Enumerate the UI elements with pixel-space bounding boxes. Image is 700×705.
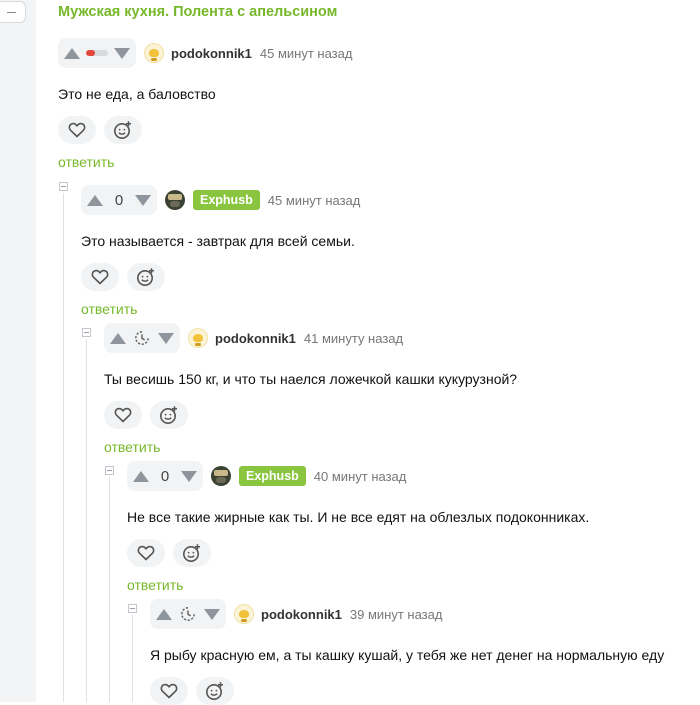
clock-icon (181, 607, 195, 621)
heart-icon (114, 407, 132, 423)
reply-link[interactable]: ответить (104, 439, 160, 455)
comment-header: podokonnik1 41 минуту назад (104, 323, 403, 353)
photo-avatar[interactable] (211, 466, 231, 486)
smiley-plus-icon (183, 544, 200, 562)
like-button[interactable] (104, 401, 142, 429)
thread-title[interactable]: Мужская кухня. Полента с апельсином (58, 4, 337, 20)
smiley-plus-icon (114, 121, 131, 139)
upvote-triangle-up-icon[interactable] (87, 194, 103, 206)
thread-line-3 (109, 477, 110, 702)
downvote-triangle-down-icon[interactable] (135, 194, 151, 206)
rating-bar (86, 50, 108, 56)
crown-avatar[interactable] (188, 328, 208, 348)
heart-icon (68, 122, 86, 138)
photo-avatar[interactable] (165, 190, 185, 210)
comment-text: Это не еда, а баловство (58, 86, 216, 102)
comment-header: 0 Exphusb 40 минут назад (127, 461, 406, 491)
timestamp[interactable]: 40 минут назад (314, 469, 407, 484)
comment-text: Это называется - завтрак для всей семьи. (81, 233, 355, 249)
vote-widget: 0 (127, 461, 203, 491)
left-sidebar-strip (0, 0, 36, 702)
downvote-triangle-down-icon[interactable] (204, 608, 220, 620)
comment-text: Не все такие жирные как ты. И не все едя… (127, 509, 590, 525)
comment-text: Ты весишь 150 кг, и что ты наелся ложечк… (104, 371, 518, 387)
username[interactable]: Exphusb (193, 190, 260, 210)
upvote-triangle-up-icon[interactable] (156, 608, 172, 620)
rating-indicator: 0 (155, 461, 175, 491)
rating-indicator (132, 323, 152, 353)
reaction-button[interactable] (104, 116, 142, 144)
username[interactable]: podokonnik1 (215, 331, 296, 346)
downvote-triangle-down-icon[interactable] (158, 332, 174, 344)
smiley-plus-icon (160, 406, 177, 424)
reaction-button[interactable] (196, 677, 234, 705)
smiley-plus-icon (137, 268, 154, 286)
reaction-button[interactable] (150, 401, 188, 429)
upvote-triangle-up-icon[interactable] (64, 47, 80, 59)
crown-avatar[interactable] (234, 604, 254, 624)
timestamp[interactable]: 45 минут назад (260, 46, 353, 61)
rating-indicator: 0 (109, 185, 129, 215)
rating-indicator (178, 599, 198, 629)
comment-actions (81, 263, 165, 291)
reply-link[interactable]: ответить (81, 301, 137, 317)
smiley-plus-icon (206, 682, 223, 700)
username[interactable]: podokonnik1 (261, 607, 342, 622)
collapse-thread-1-minus-square-icon[interactable] (59, 182, 68, 191)
heart-icon (91, 269, 109, 285)
comment-header: podokonnik1 45 минут назад (58, 38, 352, 68)
comment-text: Я рыбу красную ем, а ты кашку кушай, у т… (150, 647, 665, 663)
like-button[interactable] (58, 116, 96, 144)
downvote-triangle-down-icon[interactable] (114, 47, 130, 59)
like-button[interactable] (81, 263, 119, 291)
username[interactable]: podokonnik1 (171, 46, 252, 61)
timestamp[interactable]: 45 минут назад (268, 193, 361, 208)
downvote-triangle-down-icon[interactable] (181, 470, 197, 482)
collapse-sidebar-button[interactable] (0, 1, 26, 23)
collapse-thread-3-minus-square-icon[interactable] (105, 466, 114, 475)
vote-count: 0 (160, 467, 170, 485)
comment-actions (150, 677, 234, 705)
like-button[interactable] (150, 677, 188, 705)
crown-avatar[interactable] (144, 43, 164, 63)
comment-actions (127, 539, 211, 567)
clock-icon (135, 331, 149, 345)
thread-line-1 (63, 193, 64, 702)
timestamp[interactable]: 39 минут назад (350, 607, 443, 622)
vote-widget (104, 323, 180, 353)
comment-header: podokonnik1 39 минут назад (150, 599, 442, 629)
heart-icon (137, 545, 155, 561)
rating-indicator (86, 38, 108, 68)
collapse-thread-4-minus-square-icon[interactable] (128, 604, 137, 613)
vote-widget (150, 599, 226, 629)
collapse-thread-2-minus-square-icon[interactable] (82, 328, 91, 337)
comment-actions (58, 116, 142, 144)
rating-bar-fill (86, 50, 95, 56)
upvote-triangle-up-icon[interactable] (110, 332, 126, 344)
vote-widget: 0 (81, 185, 157, 215)
reply-link[interactable]: ответить (127, 577, 183, 593)
thread-line-2 (86, 339, 87, 702)
like-button[interactable] (127, 539, 165, 567)
username[interactable]: Exphusb (239, 466, 306, 486)
thread-line-4 (132, 615, 133, 702)
reaction-button[interactable] (127, 263, 165, 291)
vote-count: 0 (114, 191, 124, 209)
timestamp[interactable]: 41 минуту назад (304, 331, 403, 346)
reaction-button[interactable] (173, 539, 211, 567)
vote-widget (58, 38, 136, 68)
upvote-triangle-up-icon[interactable] (133, 470, 149, 482)
comment-header: 0 Exphusb 45 минут назад (81, 185, 360, 215)
reply-link[interactable]: ответить (58, 154, 114, 170)
heart-icon (160, 683, 178, 699)
comment-actions (104, 401, 188, 429)
